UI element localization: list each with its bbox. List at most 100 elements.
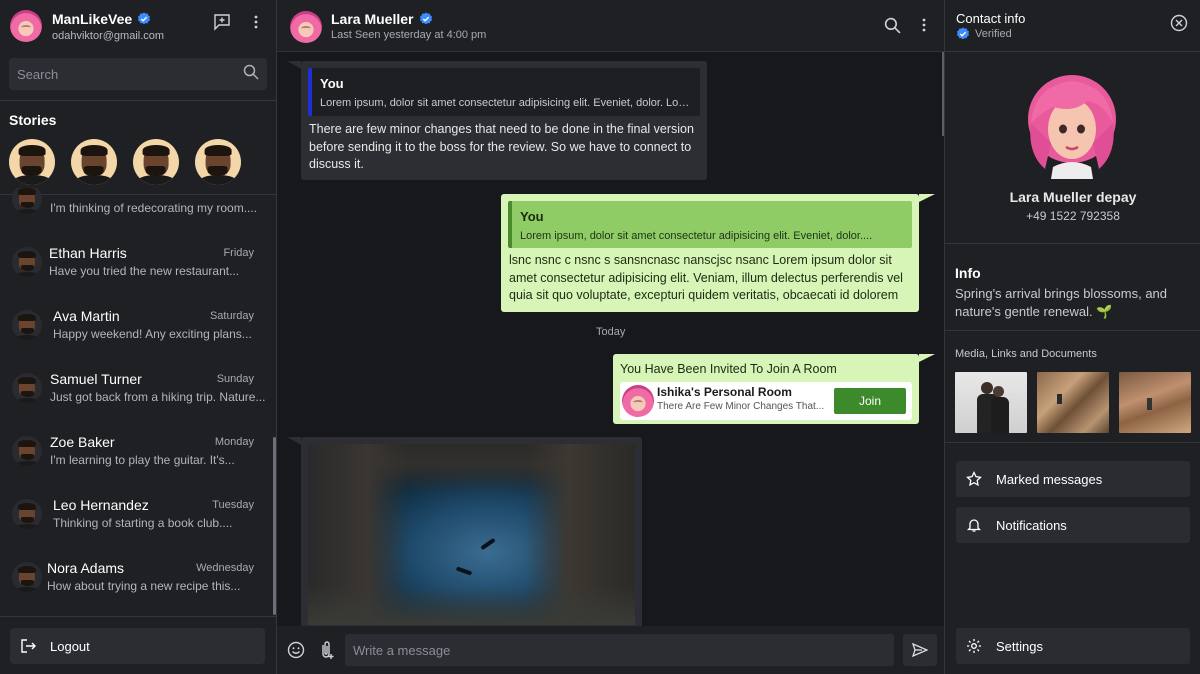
story-avatar[interactable] (9, 139, 55, 185)
quote-author: You (320, 76, 344, 91)
verified-icon (956, 27, 970, 40)
chat-list-item[interactable]: I'm thinking of redecorating my room.... (0, 188, 270, 230)
chat-name: Nora Adams (47, 560, 125, 576)
quote-text: Lorem ipsum, dolor sit amet consectetur … (320, 97, 690, 109)
message-input[interactable] (345, 634, 894, 666)
chat-list-item[interactable]: Ava Martin Saturday Happy weekend! Any e… (0, 296, 270, 356)
bubble-tail (287, 61, 301, 69)
divider (945, 442, 1200, 443)
media-thumbnail[interactable] (955, 372, 1027, 433)
shared-photo[interactable] (308, 444, 635, 625)
message-composer (277, 626, 944, 674)
search-icon[interactable] (243, 64, 259, 85)
send-icon (912, 643, 928, 657)
chat-name: Leo Hernandez (53, 497, 149, 513)
notifications-button[interactable]: Notifications (956, 507, 1190, 543)
room-description: There Are Few Minor Changes That... (657, 401, 825, 412)
close-icon[interactable] (1170, 14, 1188, 37)
message-text: There are few minor changes that need to… (309, 122, 694, 171)
panel-title: Contact info (956, 11, 1026, 26)
chat-list-item[interactable]: Leo Hernandez Tuesday Thinking of starti… (0, 485, 270, 545)
search-box (9, 58, 267, 90)
profile-name: ManLikeVee (52, 10, 133, 27)
quote-text: Lorem ipsum, dolor sit amet consectetur … (520, 230, 873, 242)
chat-preview: I'm learning to play the guitar. It's... (50, 453, 235, 467)
search-input[interactable] (17, 66, 243, 82)
chat-day: Saturday (209, 310, 254, 322)
chat-list-item[interactable]: Zoe Baker Monday I'm learning to play th… (0, 422, 270, 482)
send-button[interactable] (903, 634, 937, 666)
story-avatar[interactable] (71, 139, 117, 185)
profile-email: odahviktor@gmail.com (52, 29, 165, 42)
kebab-icon[interactable] (246, 12, 266, 32)
divider (945, 243, 1200, 244)
quote-author: You (520, 209, 544, 224)
search-icon[interactable] (882, 15, 902, 35)
attach-icon[interactable] (316, 640, 336, 660)
room-card[interactable]: Ishika's Personal Room There Are Few Min… (620, 382, 912, 420)
incoming-message[interactable]: You Lorem ipsum, dolor sit amet consecte… (301, 61, 707, 180)
story-avatar[interactable] (195, 139, 241, 185)
avatar[interactable] (290, 11, 322, 43)
invite-title: You Have Been Invited To Join A Room (620, 362, 837, 376)
chat-day: Friday (223, 247, 254, 259)
kebab-icon[interactable] (914, 15, 934, 35)
media-thumbnail[interactable] (1119, 372, 1191, 433)
reply-quote[interactable]: You Lorem ipsum, dolor sit amet consecte… (508, 201, 912, 248)
divider (945, 330, 1200, 331)
media-thumbnail[interactable] (1037, 372, 1109, 433)
chat-header: Lara Mueller Last Seen yesterday at 4:00… (277, 0, 944, 52)
outgoing-message[interactable]: You Lorem ipsum, dolor sit amet consecte… (501, 194, 919, 312)
chat-preview: I'm thinking of redecorating my room.... (50, 201, 258, 215)
avatar (12, 499, 42, 529)
chat-list: I'm thinking of redecorating my room....… (0, 188, 277, 616)
last-seen-status: Last Seen yesterday at 4:00 pm (331, 29, 487, 41)
app: ManLikeVee odahviktor@gmail.com Stories (0, 0, 1200, 674)
verified-icon (138, 11, 151, 24)
emoji-icon[interactable] (286, 640, 306, 660)
contact-name: Lara Mueller depay (1009, 189, 1137, 205)
contact-avatar[interactable] (1023, 73, 1121, 179)
bell-icon (966, 519, 982, 532)
stories-title: Stories (9, 112, 57, 128)
room-avatar (622, 385, 654, 417)
chat-preview: Have you tried the new restaurant... (49, 264, 240, 278)
settings-button[interactable]: Settings (956, 628, 1190, 664)
bubble-tail (919, 194, 935, 202)
chat-list-item[interactable]: Nora Adams Wednesday How about trying a … (0, 548, 270, 608)
chat-day: Sunday (216, 373, 254, 385)
marked-messages-button[interactable]: Marked messages (956, 461, 1190, 497)
diver (480, 537, 496, 551)
chat-preview: Thinking of starting a book club.... (53, 516, 233, 530)
chat-name: Samuel Turner (50, 371, 142, 387)
avatar (12, 247, 42, 277)
divider (0, 616, 277, 617)
chat-list-item[interactable]: Ethan Harris Friday Have you tried the n… (0, 233, 270, 293)
date-divider: Today (596, 326, 626, 338)
profile-header[interactable]: ManLikeVee odahviktor@gmail.com (10, 10, 164, 42)
chat-day: Wednesday (196, 562, 254, 574)
room-invite-message[interactable]: You Have Been Invited To Join A Room Ish… (613, 354, 919, 424)
avatar (12, 310, 42, 340)
divider (0, 100, 277, 101)
logout-label: Logout (50, 638, 90, 654)
conversation: Lara Mueller Last Seen yesterday at 4:00… (277, 0, 944, 674)
chat-list-scrollbar[interactable] (273, 437, 276, 615)
avatar (12, 436, 42, 466)
chat-preview: Happy weekend! Any exciting plans... (53, 327, 252, 341)
join-room-button[interactable]: Join (834, 388, 906, 414)
reply-quote[interactable]: You Lorem ipsum, dolor sit amet consecte… (308, 68, 700, 116)
chat-name: Ava Martin (53, 308, 120, 324)
story-avatar[interactable] (133, 139, 179, 185)
divider (945, 51, 1200, 52)
avatar (12, 373, 42, 403)
chat-list-item[interactable]: Samuel Turner Sunday Just got back from … (0, 359, 270, 419)
avatar (12, 188, 42, 214)
verified-label: Verified (975, 28, 1012, 40)
logout-button[interactable]: Logout (10, 628, 265, 664)
gear-icon (967, 639, 981, 653)
new-chat-icon[interactable] (212, 12, 232, 32)
chat-contact-name[interactable]: Lara Mueller (331, 11, 413, 27)
avatar (12, 562, 42, 592)
marked-messages-label: Marked messages (996, 471, 1103, 487)
